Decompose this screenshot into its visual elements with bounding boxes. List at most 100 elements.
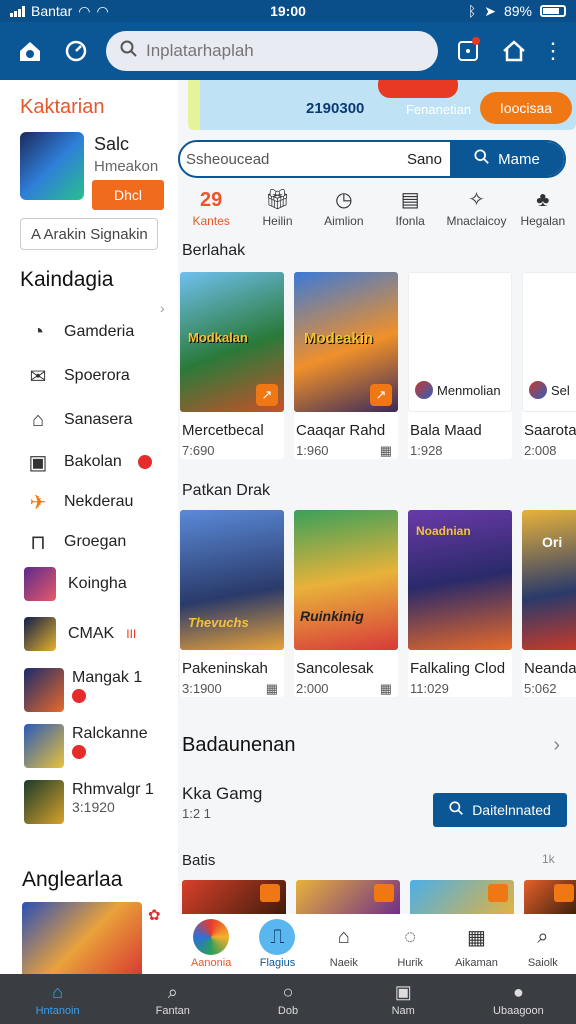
chevron-right-icon[interactable]: › — [553, 734, 560, 757]
search-bar[interactable] — [106, 31, 438, 71]
game-card[interactable]: Sel Saarotaa 2:008 — [522, 272, 576, 459]
game-image-title: Ori — [542, 534, 563, 550]
game-title: Rhmvalgr — [72, 781, 141, 798]
section-title: Badaunenan — [182, 734, 296, 756]
chevron-right-icon[interactable]: › — [160, 300, 165, 316]
promo-banner[interactable]: 2190300 Fenanetian Ioocisaa — [188, 80, 576, 130]
game-image: Menmolian — [408, 272, 512, 412]
notification-icon[interactable] — [452, 35, 484, 67]
game-image-title: Modkalan — [188, 330, 248, 345]
nav-search[interactable]: ⌕ Fantan — [115, 974, 230, 1024]
sidebar-item-bakolan[interactable]: ▣ Bakolan — [24, 446, 174, 478]
game-card[interactable]: Thevuchs Pakeninskah 3:1900 ▦ — [180, 510, 284, 697]
category-hegalan[interactable]: ♣ Hegalan — [510, 186, 576, 238]
sidebar-game-rhmvalgr[interactable]: Rhmvalgr 1 3:1920 — [24, 780, 174, 824]
sidebar-item-koingha[interactable]: Koingha — [24, 567, 174, 601]
game-title: Ralckanne — [72, 725, 148, 742]
flag-icon: ⎍ — [259, 919, 296, 955]
tab-aanonia[interactable]: Aanonia — [178, 914, 244, 974]
banner-button[interactable]: Ioocisaa — [480, 92, 572, 124]
mail-icon: ✉ — [29, 365, 47, 388]
details-button[interactable]: Daitelnnated — [433, 793, 567, 827]
clock-icon: ◷ — [335, 189, 353, 211]
details-button-label: Daitelnnated — [472, 802, 551, 818]
tab-aikaman[interactable]: ▦ Aikaman — [443, 914, 509, 974]
nav-label: Dob — [277, 1005, 299, 1017]
sidebar-item-label: Sanasera — [64, 411, 133, 428]
game-extra: 1 — [144, 781, 154, 798]
search-input[interactable] — [146, 41, 424, 61]
sidebar-item-nekderau[interactable]: ✈ Nekderau — [24, 486, 174, 518]
game-image: Modeakin ↗ — [294, 272, 398, 412]
game-card[interactable]: Noadnian Falkaling Clod 11:029 — [408, 510, 512, 697]
sidebar-game-ralckanne[interactable]: Ralckanne — [24, 724, 174, 768]
main-search-button[interactable]: Mame — [450, 142, 564, 176]
section-title: Berlahak — [182, 242, 246, 259]
nav-label: Ubaagoon — [493, 1005, 544, 1017]
category-aimlion[interactable]: ◷ Aimlion — [311, 186, 377, 238]
game-thumbnail — [24, 668, 64, 712]
tab-saiolk[interactable]: ⌕ Saiolk — [510, 914, 576, 974]
game-card[interactable]: Menmolian Bala Maad 1:928 — [408, 272, 512, 459]
flag-icon[interactable]: ✿ — [148, 906, 161, 924]
nav-home[interactable]: ⌂ Hntanoin — [0, 974, 115, 1024]
game-card[interactable]: Modeakin ↗ Caaqar Rahd 1:960 ▦ — [294, 272, 398, 459]
category-kantes[interactable]: 29 Kantes — [178, 186, 244, 238]
game-image-title: Ruinkinig — [300, 608, 364, 624]
tab-label: Aanonia — [190, 957, 232, 969]
sidebar-game-mangak[interactable]: Mangak 1 — [24, 668, 174, 712]
sidebar-item-spoerora[interactable]: ✉ Spoerora — [24, 360, 174, 392]
game-title: Neandagm — [524, 660, 576, 677]
tab-naeik[interactable]: ⌂ Naeik — [311, 914, 377, 974]
game-card[interactable]: Ori Neandagm 5:062 — [522, 510, 576, 697]
game-subtitle: 3:1920 — [72, 799, 115, 815]
profile-card[interactable]: Salc Hmeakon Dhcl — [20, 132, 164, 210]
sidebar-item-label: Bakolan — [64, 453, 122, 470]
more-menu-icon[interactable]: ⋮ — [542, 35, 564, 67]
sidebar-item-groegan[interactable]: ⊓ Groegan — [24, 526, 174, 558]
featured-game-image[interactable] — [22, 902, 142, 974]
sidebar-item-cmak[interactable]: CMAK III — [24, 617, 174, 651]
nav-games[interactable]: ▣ Nam — [346, 974, 461, 1024]
section-header[interactable]: Badaunenan › — [182, 734, 566, 757]
user-icon: ● — [512, 982, 524, 1002]
game-card[interactable]: Ruinkinig Sancolesak 2:000 ▦ — [294, 510, 398, 697]
category-label: Ifonla — [395, 214, 425, 228]
chat-icon: ◌ — [404, 925, 417, 948]
banner-label: Fenanetian — [406, 102, 472, 117]
category-heilin[interactable]: 🎁︎ Heilin — [244, 186, 310, 238]
game-image-label: Menmolian — [437, 382, 501, 398]
sidebar-item-gamderia[interactable]: ◔ Gamderia — [24, 316, 174, 348]
sidebar-item-label: CMAK — [68, 625, 115, 642]
category-mnaclaicoy[interactable]: ✧ Mnaclaicoy — [443, 186, 509, 238]
sidebar: Kaktarian Salc Hmeakon Dhcl A Arakin Sig… — [0, 80, 178, 974]
nav-label: Nam — [391, 1005, 415, 1017]
main-search[interactable]: Ssheoucead Sano Mame — [178, 140, 566, 178]
tab-flagius[interactable]: ⎍ Flagius — [244, 914, 310, 974]
category-ifonla[interactable]: ▤ Ifonla — [377, 186, 443, 238]
nav-profile[interactable]: ● Ubaagoon — [461, 974, 576, 1024]
game-image: Ruinkinig — [294, 510, 398, 650]
profile-button[interactable]: Dhcl — [92, 180, 164, 210]
main-search-placeholder[interactable]: Ssheoucead — [180, 151, 407, 168]
sidebar-item-tag: III — [126, 627, 137, 641]
section-more-link[interactable]: 1k — [542, 852, 555, 866]
nav-dob[interactable]: ○ Dob — [230, 974, 345, 1024]
refresh-icon[interactable] — [60, 35, 92, 67]
home-icon[interactable] — [498, 35, 530, 67]
tab-label: Hurik — [397, 957, 423, 969]
location-icon: ➤ — [484, 2, 496, 19]
game-row-2: Thevuchs Pakeninskah 3:1900 ▦ Ruinkinig S… — [180, 510, 576, 697]
sidebar-item-label: Koingha — [68, 575, 127, 592]
sidebar-input[interactable]: A Arakin Signakin — [20, 218, 158, 250]
home-icon: ⌂ — [52, 982, 64, 1002]
game-mini-avatar — [529, 381, 547, 399]
game-card[interactable]: Modkalan ↗ Mercetbecal 7:690 — [180, 272, 284, 459]
sidebar-item-label: Groegan — [64, 533, 127, 550]
game-thumbnail — [24, 780, 64, 824]
game-meta: 2:008 — [524, 443, 557, 458]
tab-hurik[interactable]: ◌ Hurik — [377, 914, 443, 974]
sidebar-item-sanasera[interactable]: ⌂ Sanasera — [24, 404, 174, 436]
home-logo-icon[interactable] — [14, 35, 46, 67]
badge-dot — [137, 455, 152, 469]
